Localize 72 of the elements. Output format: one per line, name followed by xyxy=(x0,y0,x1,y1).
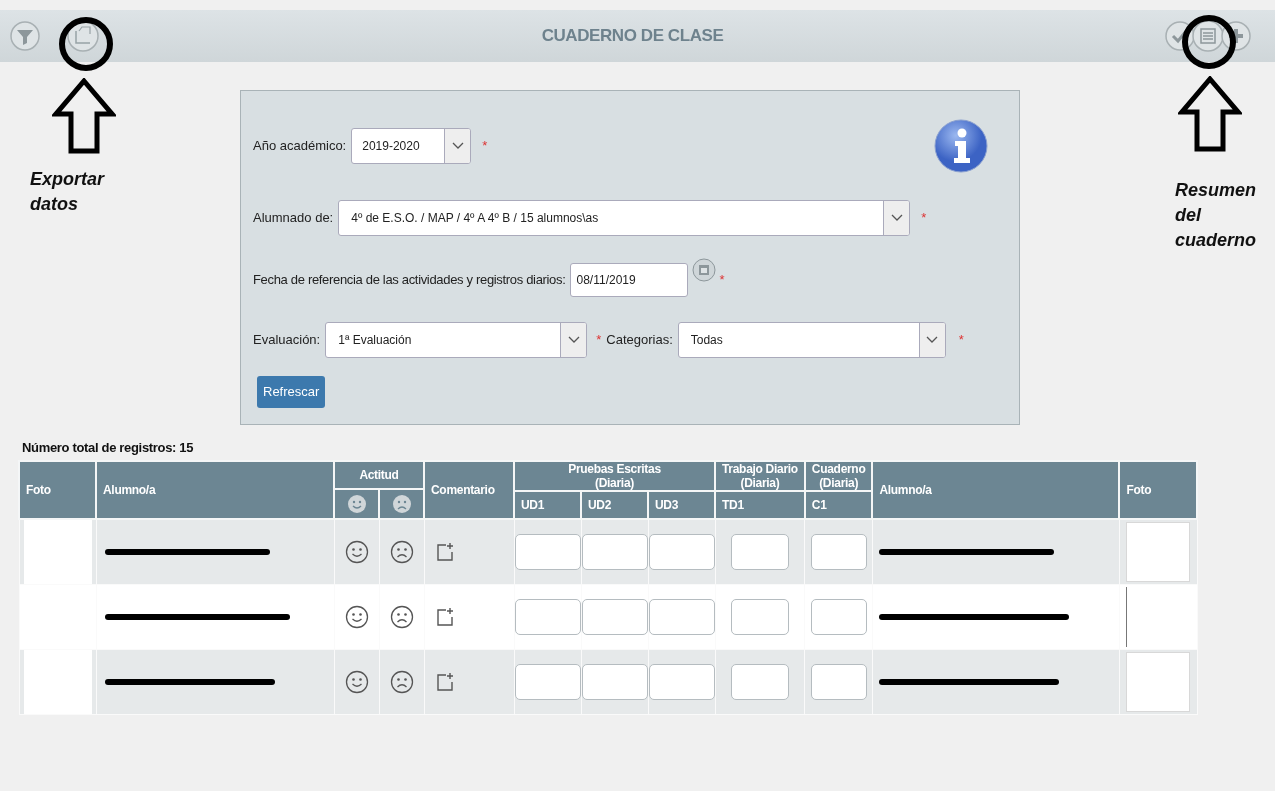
students-select[interactable]: 4º de E.S.O. / MAP / 4º A 4º B / 15 alumnos\as xyxy=(338,200,911,236)
column-header: Comentario xyxy=(424,461,514,519)
field-label: Año académico: xyxy=(253,137,347,156)
column-header: Alumno/a xyxy=(872,461,1120,519)
column-header: Cuaderno (Diaria) xyxy=(804,461,873,491)
grade-field[interactable] xyxy=(730,599,789,635)
sad-face-icon[interactable] xyxy=(389,605,414,629)
chevron-down-icon xyxy=(890,214,903,222)
highlight-circle xyxy=(1181,14,1237,70)
highlight-circle xyxy=(58,16,114,72)
filter-icon[interactable] xyxy=(10,21,40,51)
chevron-down-icon xyxy=(567,336,580,344)
evaluation-select[interactable]: 1ª Evaluación xyxy=(325,322,588,358)
list-summary-icon[interactable] xyxy=(1191,19,1225,53)
grade-field[interactable] xyxy=(514,599,581,635)
chevron-down-icon xyxy=(926,336,939,344)
required-mark: * xyxy=(596,331,602,350)
field-label: Fecha de referencia de las actividades y registros diarios: xyxy=(253,271,566,290)
grade-field[interactable] xyxy=(810,664,867,700)
required-mark: * xyxy=(921,209,927,228)
grade-field[interactable] xyxy=(514,664,581,700)
annotation-caption: Exportar datos xyxy=(30,168,106,216)
smiley-face-icon[interactable] xyxy=(344,540,369,564)
calendar-icon[interactable] xyxy=(691,258,716,282)
grade-field[interactable] xyxy=(810,599,867,635)
column-header: Trabajo Diario (Diaria) xyxy=(715,461,805,491)
required-mark: * xyxy=(958,331,964,350)
required-mark: * xyxy=(482,137,488,156)
grade-field[interactable] xyxy=(648,664,715,700)
smiley-face-icon[interactable] xyxy=(344,670,369,694)
check-icon[interactable] xyxy=(1165,21,1195,51)
categories-select[interactable]: Todas xyxy=(677,322,946,358)
grade-field[interactable] xyxy=(810,534,867,570)
sad-face-icon[interactable] xyxy=(389,540,414,564)
date-field[interactable]: 08/11/2019 xyxy=(569,263,688,297)
smiley-face-icon[interactable] xyxy=(344,605,369,629)
field-label: Categorias: xyxy=(606,331,673,350)
smiley-face-icon xyxy=(346,494,367,514)
grade-field[interactable] xyxy=(730,664,789,700)
add-comment-icon[interactable] xyxy=(434,542,455,562)
column-header: C1 xyxy=(804,491,873,519)
column-header: Pruebas Escritas (Diaria) xyxy=(514,461,715,491)
add-comment-icon[interactable] xyxy=(434,607,455,627)
refresh-button[interactable]: Refrescar xyxy=(257,376,326,408)
column-header: Foto xyxy=(1119,461,1198,519)
grade-field[interactable] xyxy=(514,534,581,570)
grade-field[interactable] xyxy=(581,664,648,700)
record-count: Número total de registros: 15 xyxy=(22,439,195,457)
column-header: UD2 xyxy=(581,491,648,519)
page-title: CUADERNO DE CLASE xyxy=(541,25,724,48)
plus-icon[interactable] xyxy=(1221,21,1251,51)
info-icon[interactable] xyxy=(933,118,989,174)
grade-field[interactable] xyxy=(730,534,789,570)
column-header: Foto xyxy=(19,461,96,519)
annotation-caption: Resumen del cuaderno xyxy=(1175,179,1258,252)
field-label: Alumnado de: xyxy=(253,209,334,228)
grade-field[interactable] xyxy=(581,534,648,570)
grade-field[interactable] xyxy=(581,599,648,635)
column-header: TD1 xyxy=(715,491,805,519)
column-header: UD3 xyxy=(648,491,715,519)
grade-field[interactable] xyxy=(648,599,715,635)
year-select[interactable]: 2019-2020 xyxy=(351,128,472,164)
add-comment-icon[interactable] xyxy=(434,672,455,692)
grade-field[interactable] xyxy=(648,534,715,570)
sad-face-icon xyxy=(391,494,412,514)
sad-face-icon[interactable] xyxy=(389,670,414,694)
column-header: Alumno/a xyxy=(96,461,334,519)
field-label: Evaluación: xyxy=(253,331,321,350)
column-header: UD1 xyxy=(514,491,581,519)
chevron-down-icon xyxy=(451,142,464,150)
column-header: Actitud xyxy=(334,461,424,489)
required-mark: * xyxy=(719,271,725,290)
